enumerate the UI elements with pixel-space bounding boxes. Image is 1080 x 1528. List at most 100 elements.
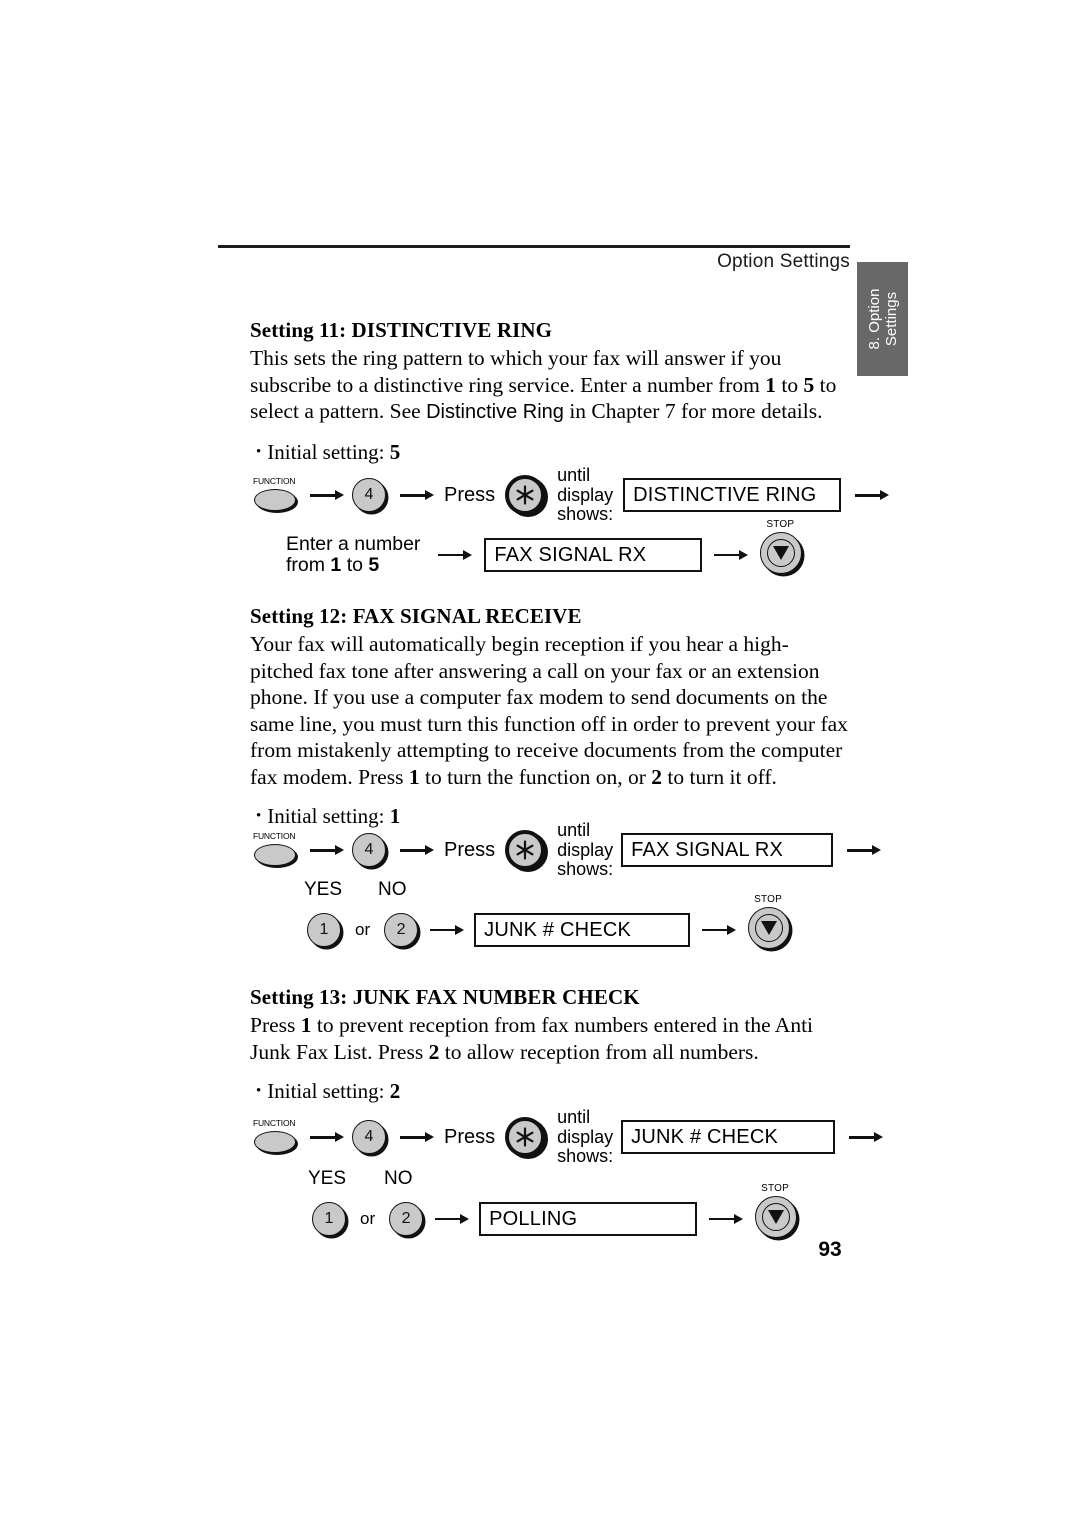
section-11-body-part1: This sets the ring pattern to which your…: [250, 346, 782, 397]
flow-arrow: [709, 1212, 744, 1226]
stop-key[interactable]: STOP: [748, 894, 794, 953]
function-key-oval: [254, 1131, 296, 1154]
section-13-initial-setting: • Initial setting: 2: [256, 1079, 850, 1103]
flow-13-row-1: FUNCTION 4 Press until display shows: JU…: [252, 1107, 884, 1167]
section-13-initial-value: 2: [389, 1079, 401, 1103]
section-setting-13: Setting 13: JUNK FAX NUMBER CHECK Press …: [250, 985, 850, 1103]
flow-arrow: [310, 1130, 344, 1144]
function-key[interactable]: FUNCTION: [252, 831, 300, 869]
no-label: NO: [384, 1168, 413, 1189]
until-line-2: display: [557, 839, 614, 860]
flow-arrow: [430, 923, 465, 937]
function-key-oval: [254, 844, 296, 867]
header-rule: [218, 245, 850, 248]
section-11-initial-value: 5: [389, 439, 401, 464]
chapter-thumb-tab-line2: Settings: [882, 291, 900, 347]
enter-number-line-2: from 1 to 5: [286, 554, 380, 576]
section-12-body-part3: to turn it off.: [662, 764, 777, 789]
stop-key-ring: [767, 539, 796, 567]
section-11-body-part2: to: [776, 372, 804, 397]
flow-arrow: [847, 843, 882, 857]
no-label: NO: [378, 879, 407, 900]
stop-key-label: STOP: [754, 894, 782, 905]
until-line-3: shows:: [557, 504, 614, 524]
enter-number-line-1: Enter a number: [286, 533, 421, 555]
lcd-display: FAX SIGNAL RX: [484, 538, 703, 572]
flow-arrow: [849, 1130, 884, 1144]
stop-key-ring: [762, 1203, 791, 1231]
enter-number-instruction: Enter a number from 1 to 5: [286, 534, 420, 576]
bullet-glyph: •: [256, 443, 262, 460]
lcd-display: DISTINCTIVE RING: [623, 478, 842, 513]
chapter-thumb-tab: 8. Option Settings: [857, 262, 908, 376]
flow-arrow: [702, 923, 737, 937]
section-11-body-bold2: 5: [803, 372, 815, 397]
or-label: or: [355, 920, 371, 939]
stop-key[interactable]: STOP: [755, 1183, 801, 1242]
section-11-body-crossref: Distinctive Ring: [426, 401, 564, 423]
section-13-body: Press 1 to prevent reception from fax nu…: [250, 1012, 850, 1065]
function-key-label: FUNCTION: [253, 476, 296, 487]
section-11-initial-label: Initial setting:: [267, 439, 385, 464]
numeric-key-4[interactable]: 4: [352, 478, 386, 513]
flow-arrow: [310, 843, 344, 857]
numeric-key-4[interactable]: 4: [352, 833, 386, 868]
stop-key-disc: [748, 907, 791, 949]
stop-triangle-icon: [761, 921, 778, 935]
yes-label: YES: [308, 1168, 347, 1189]
press-label: Press: [444, 838, 496, 861]
flow-13-row-2: 1 or 2 POLLING STOP: [312, 1183, 801, 1242]
function-key[interactable]: FUNCTION: [252, 476, 300, 514]
flow-12-row-2: 1 or 2 JUNK # CHECK STOP: [307, 894, 794, 953]
section-11-initial-setting: • Initial setting: 5: [256, 440, 850, 464]
lcd-display: JUNK # CHECK: [474, 913, 691, 947]
asterisk-key[interactable]: [505, 475, 546, 516]
chapter-thumb-tab-label: 8. Option Settings: [866, 289, 900, 350]
section-13-heading: Setting 13: JUNK FAX NUMBER CHECK: [250, 985, 640, 1009]
numeric-key-1[interactable]: 1: [307, 913, 341, 947]
numeric-key-2[interactable]: 2: [384, 913, 419, 947]
stop-key[interactable]: STOP: [760, 519, 806, 578]
until-line-3: shows:: [557, 1146, 614, 1166]
function-key[interactable]: FUNCTION: [252, 1118, 300, 1156]
flow-12-row-1: FUNCTION 4 Press until display shows: FA…: [252, 820, 882, 880]
flow-arrow: [400, 843, 434, 857]
section-11-body-bold1: 1: [765, 372, 776, 397]
until-display-shows-label: until display shows:: [557, 465, 614, 525]
function-key-label: FUNCTION: [253, 831, 296, 842]
numeric-key-2[interactable]: 2: [389, 1202, 424, 1236]
until-display-shows-label: until display shows:: [557, 1107, 614, 1167]
until-line-2: display: [557, 484, 614, 505]
stop-key-ring: [755, 914, 784, 942]
running-header-title: Option Settings: [717, 251, 850, 272]
until-line-1: until: [557, 1107, 591, 1127]
section-13-body-bold2: 2: [428, 1039, 440, 1064]
flow-13-yesno-labels: YES NO: [308, 1168, 413, 1190]
stop-triangle-icon: [768, 1210, 785, 1224]
numeric-key-4[interactable]: 4: [352, 1120, 386, 1155]
flow-arrow: [400, 1130, 434, 1144]
asterisk-key[interactable]: [505, 830, 546, 871]
numeric-key-1[interactable]: 1: [312, 1202, 346, 1236]
stop-key-disc: [760, 532, 803, 574]
section-13-body-part3: to allow reception from all numbers.: [439, 1039, 759, 1064]
section-13-initial-label: Initial setting:: [267, 1079, 385, 1103]
section-12-body-part2: to turn the function on, or: [419, 764, 652, 789]
section-13-body-part1: Press: [250, 1013, 301, 1037]
stop-triangle-icon: [773, 546, 790, 560]
section-12-body-bold2: 2: [651, 764, 663, 789]
until-line-1: until: [557, 465, 591, 485]
flow-arrow: [438, 548, 473, 562]
lcd-display: JUNK # CHECK: [621, 1120, 836, 1155]
chapter-thumb-tab-line1: 8. Option: [865, 288, 883, 350]
page-number: 93: [818, 1238, 842, 1261]
asterisk-key[interactable]: [505, 1117, 546, 1158]
or-label: or: [360, 1209, 376, 1228]
flow-arrow: [435, 1212, 470, 1226]
until-display-shows-label: until display shows:: [557, 820, 614, 880]
section-12-body-bold1: 1: [408, 764, 420, 789]
bullet-glyph: •: [256, 1083, 262, 1099]
until-line-1: until: [557, 820, 591, 840]
section-13-body-bold1: 1: [300, 1013, 312, 1037]
stop-key-label: STOP: [761, 1183, 789, 1194]
